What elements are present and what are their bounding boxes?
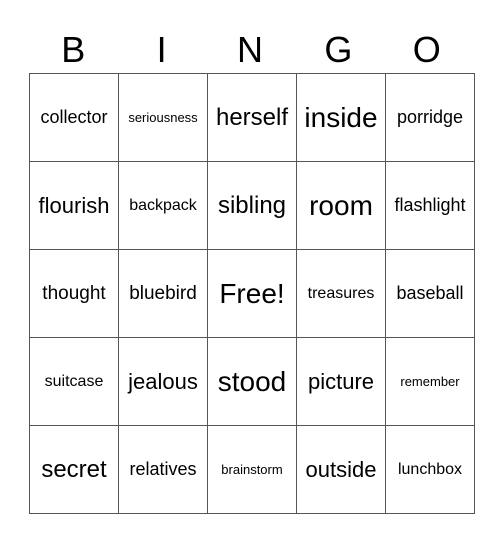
- grid-cell: sibling: [207, 161, 297, 250]
- grid-cell: porridge: [385, 73, 475, 162]
- bingo-grid: collector seriousness herself inside por…: [29, 73, 475, 514]
- grid-cell: brainstorm: [207, 425, 297, 514]
- header-letter-n: N: [236, 29, 263, 70]
- grid-cell: relatives: [118, 425, 208, 514]
- grid-cell: room: [296, 161, 386, 250]
- grid-cell: treasures: [296, 249, 386, 338]
- grid-row: suitcase jealous stood picture remember: [29, 337, 475, 426]
- grid-cell: seriousness: [118, 73, 208, 162]
- header-letter-b: B: [61, 29, 86, 70]
- header-letter-g: G: [324, 29, 353, 70]
- header-letter-i: I: [156, 29, 167, 70]
- grid-cell: thought: [29, 249, 119, 338]
- grid-row: collector seriousness herself inside por…: [29, 73, 475, 162]
- grid-cell: collector: [29, 73, 119, 162]
- grid-cell: baseball: [385, 249, 475, 338]
- grid-cell: flashlight: [385, 161, 475, 250]
- grid-cell: picture: [296, 337, 386, 426]
- grid-row: secret relatives brainstorm outside lunc…: [29, 425, 475, 514]
- grid-cell: flourish: [29, 161, 119, 250]
- bingo-header: B I N G O: [29, 28, 471, 72]
- grid-cell: herself: [207, 73, 297, 162]
- grid-cell: backpack: [118, 161, 208, 250]
- grid-cell: lunchbox: [385, 425, 475, 514]
- grid-cell: bluebird: [118, 249, 208, 338]
- grid-cell: inside: [296, 73, 386, 162]
- grid-cell: jealous: [118, 337, 208, 426]
- grid-cell: remember: [385, 337, 475, 426]
- free-space-cell: Free!: [207, 249, 297, 338]
- grid-cell: secret: [29, 425, 119, 514]
- grid-row: thought bluebird Free! treasures basebal…: [29, 249, 475, 338]
- header-letter-o: O: [412, 29, 441, 70]
- grid-cell: outside: [296, 425, 386, 514]
- grid-cell: stood: [207, 337, 297, 426]
- grid-row: flourish backpack sibling room flashligh…: [29, 161, 475, 250]
- grid-cell: suitcase: [29, 337, 119, 426]
